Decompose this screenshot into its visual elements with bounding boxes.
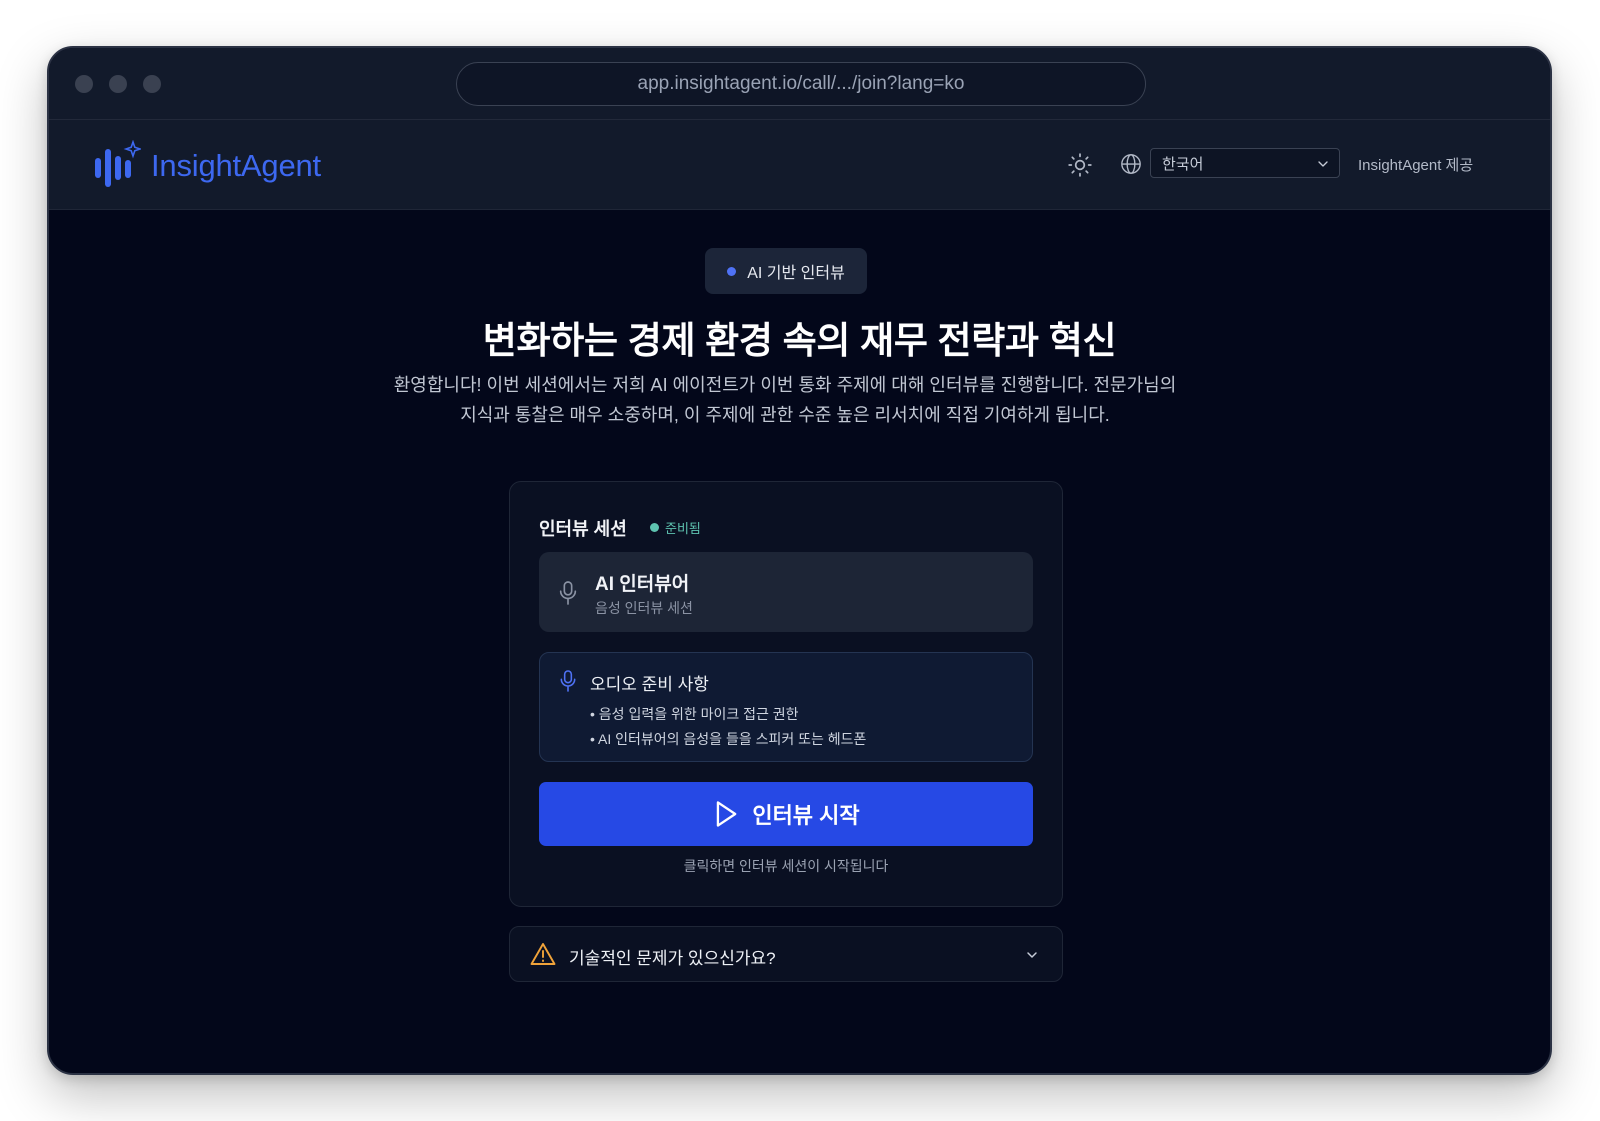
audio-requirements-title: 오디오 준비 사항 [590, 675, 709, 694]
technical-issues-label: 기술적인 문제가 있으신가요? [569, 949, 776, 968]
play-icon [717, 801, 737, 827]
audio-requirements-panel: 오디오 준비 사항 • 음성 입력을 위한 마이크 접근 권한 • AI 인터뷰… [539, 652, 1033, 762]
powered-by-text: InsightAgent 제공 [1358, 157, 1474, 174]
microphone-icon [559, 581, 577, 605]
brand-name: InsightAgent [151, 148, 321, 183]
badge-label: AI 기반 인터뷰 [747, 265, 845, 282]
brand-logo[interactable]: InsightAgent [93, 140, 321, 192]
badge-dot-icon [727, 266, 737, 276]
globe-icon [1120, 153, 1142, 175]
browser-window: app.insightagent.io/call/.../join?lang=k… [47, 46, 1552, 1075]
interviewer-subtitle: 음성 인터뷰 세션 [595, 600, 693, 616]
address-bar[interactable]: app.insightagent.io/call/.../join?lang=k… [456, 62, 1146, 106]
start-interview-label: 인터뷰 시작 [752, 803, 860, 828]
window-minimize-dot[interactable] [109, 75, 127, 93]
sound-wave-logo-icon [95, 140, 141, 187]
intro-line: 환영합니다! 이번 세션에서는 저희 AI 에이전트가 이번 통화 주제에 대해… [393, 375, 1177, 395]
window-maximize-dot[interactable] [143, 75, 161, 93]
interview-session-card: 인터뷰 세션 준비됨 AI 인터뷰어 음성 인터뷰 세션 오디오 준비 사항 •… [509, 481, 1063, 907]
interviewer-name: AI 인터뷰어 [595, 574, 690, 595]
intro-text: 환영합니다! 이번 세션에서는 저희 AI 에이전트가 이번 통화 주제에 대해… [349, 370, 1221, 430]
ai-interviewer-panel: AI 인터뷰어 음성 인터뷰 세션 [539, 552, 1033, 632]
browser-titlebar: app.insightagent.io/call/.../join?lang=k… [49, 48, 1550, 120]
list-item: • AI 인터뷰어의 음성을 들을 스피커 또는 헤드폰 [590, 731, 867, 747]
status-label: 준비됨 [665, 521, 701, 536]
sun-icon[interactable] [1067, 152, 1093, 178]
ai-interview-badge: AI 기반 인터뷰 [705, 248, 867, 294]
session-title: 인터뷰 세션 [539, 519, 627, 539]
app-header: InsightAgent 한국어 InsightAgent 제공 [49, 120, 1550, 210]
technical-issues-accordion[interactable]: 기술적인 문제가 있으신가요? [509, 926, 1063, 982]
start-hint: 클릭하면 인터뷰 세션이 시작됩니다 [683, 858, 889, 874]
chevron-down-icon [1027, 952, 1037, 958]
chevron-down-icon [1318, 161, 1328, 167]
audio-requirements-list: • 음성 입력을 위한 마이크 접근 권한 • AI 인터뷰어의 음성을 들을 … [590, 702, 866, 752]
language-select[interactable]: 한국어 [1150, 148, 1340, 178]
language-select-value: 한국어 [1162, 155, 1204, 173]
intro-line: 지식과 통찰은 매우 소중하며, 이 주제에 관한 수준 높은 리서치에 직접 … [460, 405, 1110, 425]
status-dot-icon [650, 523, 659, 532]
status-badge: 준비됨 [650, 518, 701, 537]
start-interview-button[interactable]: 인터뷰 시작 [539, 782, 1033, 846]
warning-icon [530, 943, 556, 965]
list-item: • 음성 입력을 위한 마이크 접근 권한 [590, 706, 799, 722]
window-close-dot[interactable] [75, 75, 93, 93]
page-title: 변화하는 경제 환경 속의 재무 전략과 혁신 [482, 320, 1117, 361]
microphone-icon [560, 670, 576, 692]
